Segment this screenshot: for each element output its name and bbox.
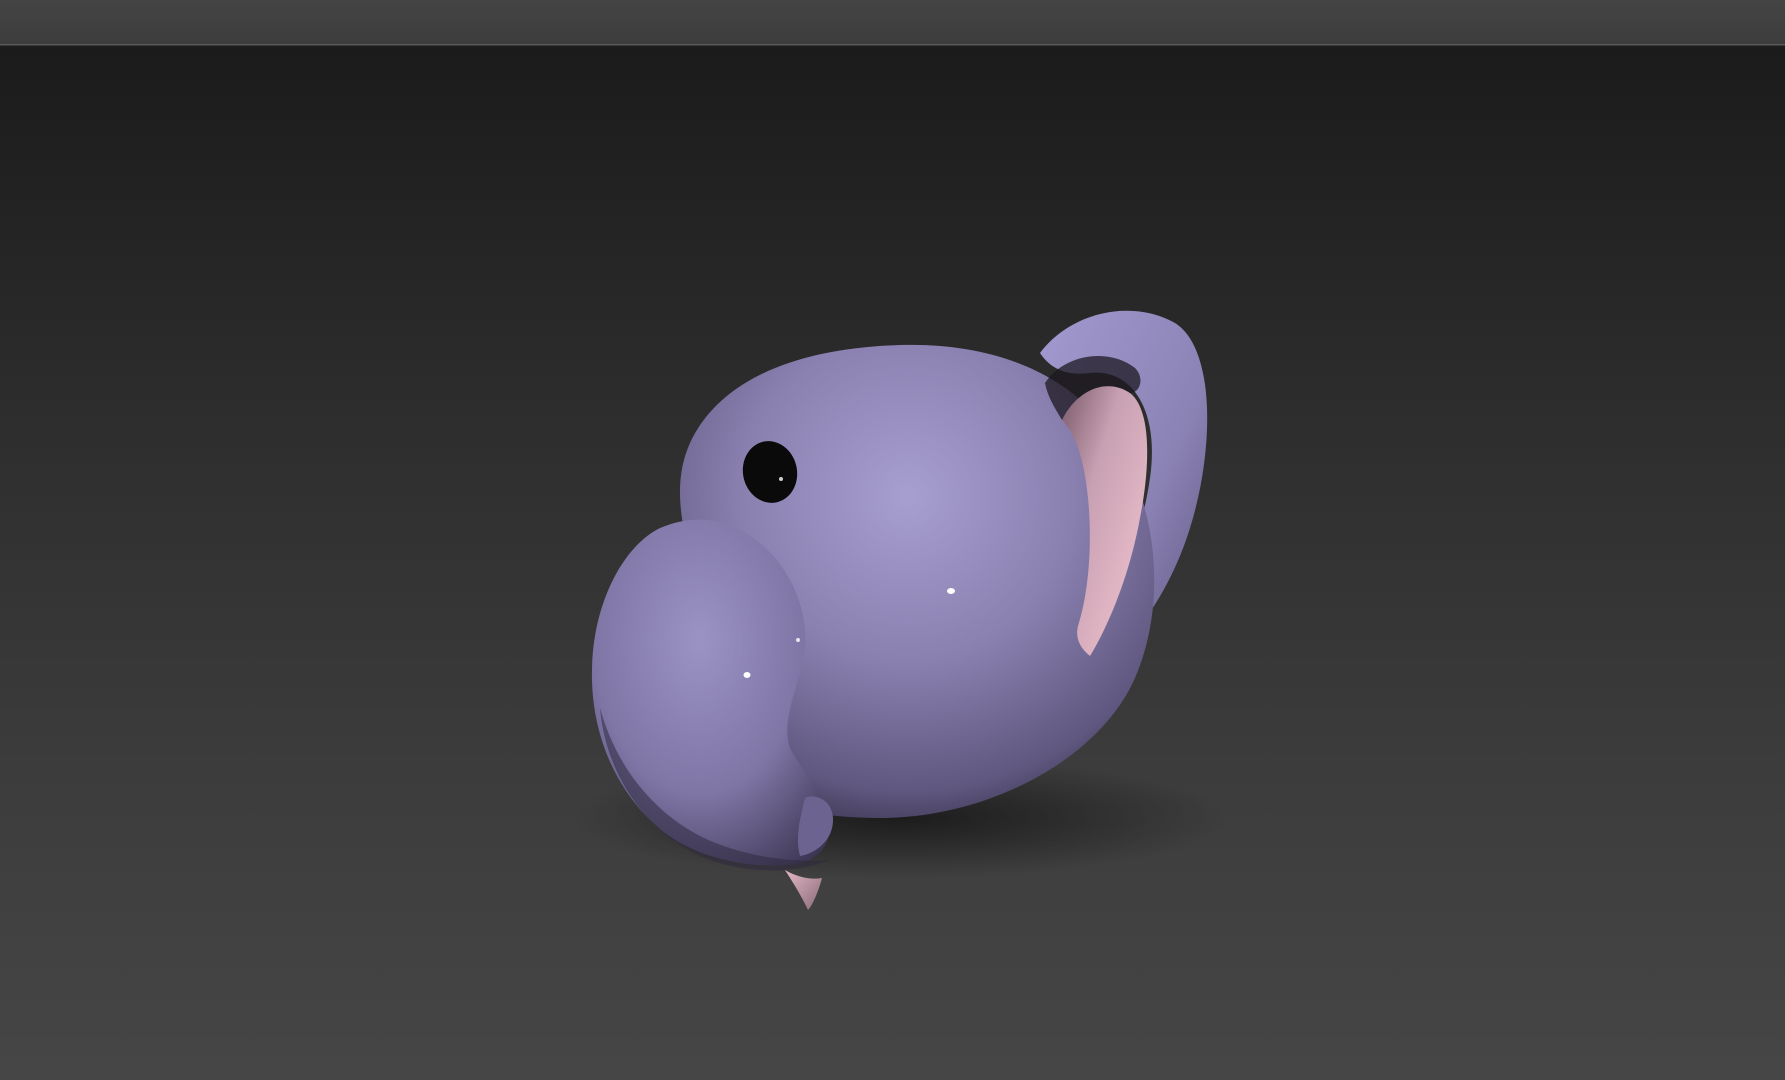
perspective-viewport[interactable] <box>0 48 1785 1080</box>
app-window <box>0 0 1785 1080</box>
top-toolbar <box>0 0 1785 44</box>
eye-highlight <box>779 477 783 481</box>
specular-highlight <box>743 672 751 678</box>
specular-highlight <box>947 588 955 594</box>
specular-highlight <box>796 638 800 642</box>
elephant-head-model-icon[interactable] <box>0 48 1785 1080</box>
